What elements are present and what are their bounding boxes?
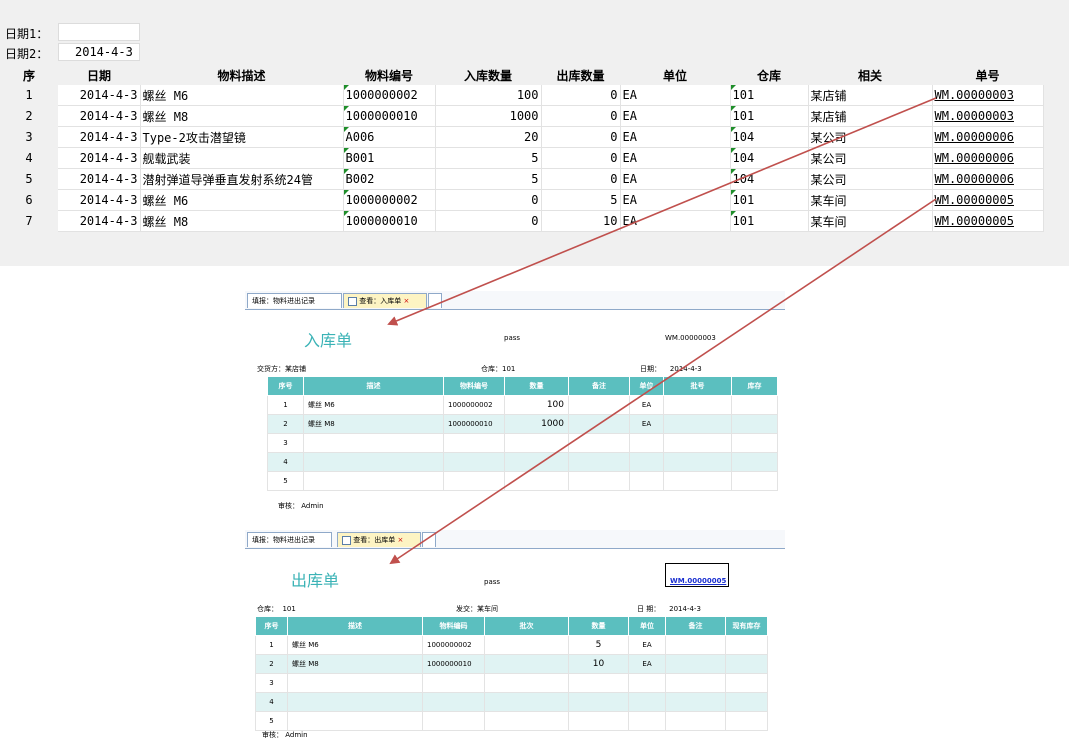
annotation-arrows [387, 97, 937, 565]
arrow-to-outbound [389, 198, 937, 565]
arrow-to-inbound [387, 97, 937, 326]
